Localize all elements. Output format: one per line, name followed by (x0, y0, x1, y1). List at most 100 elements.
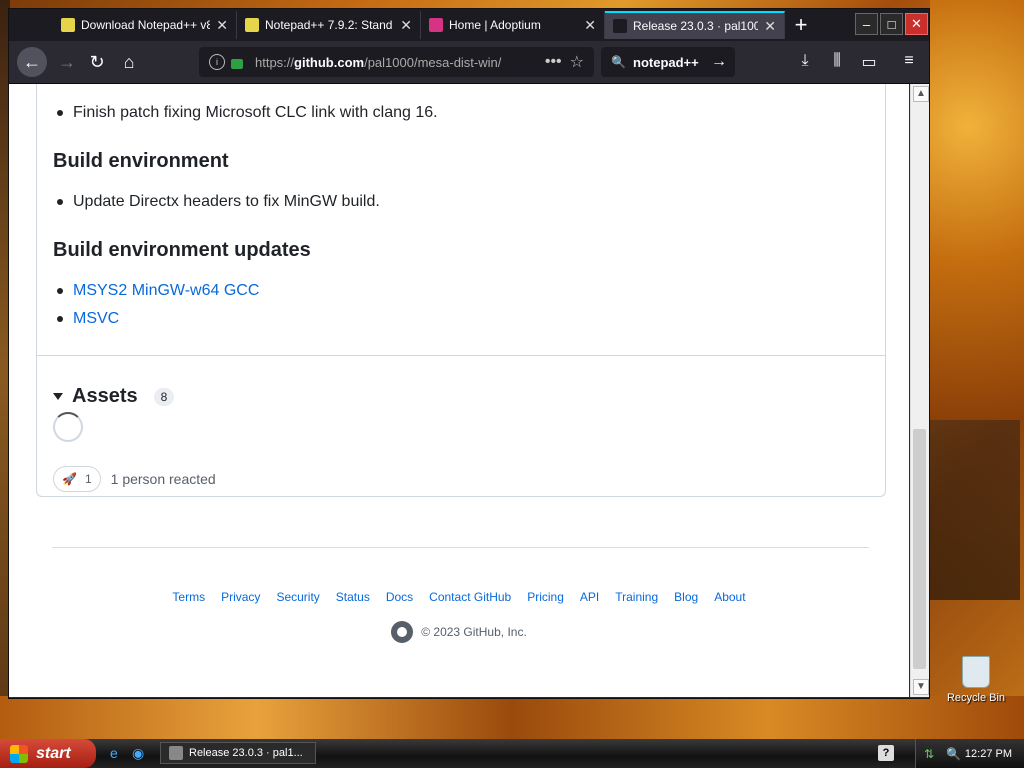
reaction-text: 1 person reacted (110, 471, 216, 487)
nav-bar: ← → ↻ ⌂ i https://github.com/pal1000/mes… (9, 41, 929, 84)
close-tab-icon[interactable]: ✕ (584, 17, 596, 34)
rocket-icon: 🚀 (62, 472, 77, 486)
reload-button[interactable]: ↻ (83, 48, 111, 76)
footer-copyright: © 2023 GitHub, Inc. (9, 621, 909, 643)
notepad-icon (61, 18, 75, 32)
tab-bar: Download Notepad++ v8 ✕ Notepad++ 7.9.2:… (9, 9, 929, 41)
ie-icon[interactable]: e (110, 745, 126, 761)
list-item: Update Directx headers to fix MinGW buil… (57, 193, 380, 211)
search-bar[interactable]: 🔍 notepad++ → (601, 47, 735, 77)
desktop-wallpaper-fence (930, 420, 1020, 600)
tab-notepad-792[interactable]: Notepad++ 7.9.2: Stand ✕ (237, 11, 421, 39)
scroll-down-arrow-icon[interactable]: ▼ (913, 679, 929, 695)
url-text: https://github.com/pal1000/mesa-dist-win… (255, 54, 502, 70)
start-button[interactable]: start (0, 739, 96, 768)
bullet-dot (57, 110, 63, 116)
windows-logo-icon (10, 744, 28, 763)
search-tray-icon[interactable]: 🔍 (946, 747, 961, 761)
footer-link-status[interactable]: Status (336, 590, 370, 604)
card-divider (37, 355, 885, 356)
menu-icon[interactable]: ≡ (899, 52, 919, 70)
footer-link-terms[interactable]: Terms (172, 590, 205, 604)
window-controls: – □ ✕ (854, 9, 929, 39)
desktop-wallpaper-bottom (0, 696, 1024, 740)
assets-count-badge: 8 (153, 387, 175, 406)
minimize-button[interactable]: – (855, 13, 878, 35)
footer-link-privacy[interactable]: Privacy (221, 590, 260, 604)
footer-link-api[interactable]: API (580, 590, 599, 604)
recycle-bin[interactable]: Recycle Bin (946, 656, 1006, 704)
footer-link-docs[interactable]: Docs (386, 590, 413, 604)
download-icon[interactable]: ⤓ (795, 52, 815, 70)
taskbar-button-browser[interactable]: Release 23.0.3 · pal1... (160, 742, 316, 764)
footer-link-about[interactable]: About (714, 590, 745, 604)
heading-build-environment-updates: Build environment updates (53, 239, 311, 261)
loading-spinner-icon (53, 412, 83, 442)
taskbar-button-label: Release 23.0.3 · pal1... (189, 747, 303, 759)
footer-link-training[interactable]: Training (615, 590, 658, 604)
scrollbar-thumb[interactable] (913, 429, 926, 669)
clock: 12:27 PM (964, 747, 1012, 760)
footer-link-security[interactable]: Security (276, 590, 319, 604)
assets-label: Assets (72, 385, 138, 407)
recycle-bin-label: Recycle Bin (946, 692, 1006, 704)
browser-window: Download Notepad++ v8 ✕ Notepad++ 7.9.2:… (8, 8, 930, 699)
page-content: Finish patch fixing Microsoft CLC link w… (9, 84, 909, 697)
close-window-button[interactable]: ✕ (905, 13, 928, 35)
system-tray: ⇅ 🔍 12:27 PM (915, 739, 1024, 768)
new-tab-button[interactable]: + (789, 13, 813, 37)
footer-link-pricing[interactable]: Pricing (527, 590, 564, 604)
recycle-bin-icon (962, 656, 990, 688)
tab-title: Home | Adoptium (449, 18, 541, 32)
github-logo-icon[interactable] (391, 621, 414, 643)
reactions: 🚀 1 1 person reacted (53, 466, 216, 492)
reaction-button[interactable]: 🚀 1 (53, 466, 101, 492)
notepad-icon (245, 18, 259, 32)
bullet-dot (57, 199, 63, 205)
info-icon[interactable]: i (209, 54, 225, 70)
close-tab-icon[interactable]: ✕ (216, 17, 228, 34)
tab-title: Notepad++ 7.9.2: Stand (265, 18, 393, 32)
forward-button[interactable]: → (53, 48, 81, 76)
tab-download-notepad[interactable]: Download Notepad++ v8 ✕ (53, 11, 237, 39)
vertical-scrollbar[interactable]: ▲ ▼ (910, 84, 929, 697)
start-label: start (36, 744, 71, 762)
help-icon[interactable]: ? (878, 745, 894, 761)
close-tab-icon[interactable]: ✕ (400, 17, 412, 34)
bullet-dot (57, 288, 63, 294)
footer-link-contact[interactable]: Contact GitHub (429, 590, 511, 604)
maximize-button[interactable]: □ (880, 13, 903, 35)
library-icon[interactable]: ⫼ (827, 52, 847, 70)
tab-release[interactable]: Release 23.0.3 · pal1000/ ✕ (605, 11, 785, 39)
tab-adoptium[interactable]: Home | Adoptium ✕ (421, 11, 605, 39)
triangle-down-icon (53, 393, 63, 400)
sidebar-icon[interactable]: ▭ (859, 52, 879, 72)
footer-link-blog[interactable]: Blog (674, 590, 698, 604)
taskbar: start e ◉ Release 23.0.3 · pal1... ? ⇅ 🔍… (0, 739, 1024, 768)
tab-title: Release 23.0.3 · pal1000/ (633, 19, 759, 33)
network-icon[interactable]: ⇅ (924, 747, 938, 761)
tab-title: Download Notepad++ v8 (81, 18, 211, 32)
scroll-up-arrow-icon[interactable]: ▲ (913, 86, 929, 102)
bookmark-star-icon[interactable]: ☆ (570, 52, 584, 72)
assets-toggle[interactable]: Assets 8 (53, 385, 175, 408)
back-button[interactable]: ← (17, 47, 47, 77)
list-item: MSVC (57, 310, 119, 328)
copyright-text: © 2023 GitHub, Inc. (421, 625, 527, 639)
footer-links: Terms Privacy Security Status Docs Conta… (9, 590, 909, 604)
home-button[interactable]: ⌂ (115, 48, 143, 76)
lock-icon (231, 59, 243, 69)
search-go-icon[interactable]: → (711, 53, 727, 71)
heading-build-environment: Build environment (53, 150, 229, 172)
list-item: Finish patch fixing Microsoft CLC link w… (57, 104, 438, 122)
page-actions-icon[interactable]: ••• (545, 53, 562, 71)
github-icon (613, 19, 627, 33)
close-tab-icon[interactable]: ✕ (764, 18, 776, 35)
url-bar[interactable]: i https://github.com/pal1000/mesa-dist-w… (199, 47, 594, 77)
adoptium-icon (429, 18, 443, 32)
link-msys2[interactable]: MSYS2 MinGW-w64 GCC (73, 282, 259, 300)
desktop-wallpaper (930, 0, 1024, 420)
list-item: MSYS2 MinGW-w64 GCC (57, 282, 259, 300)
firefox-quicklaunch-icon[interactable]: ◉ (132, 745, 148, 761)
link-msvc[interactable]: MSVC (73, 310, 119, 328)
